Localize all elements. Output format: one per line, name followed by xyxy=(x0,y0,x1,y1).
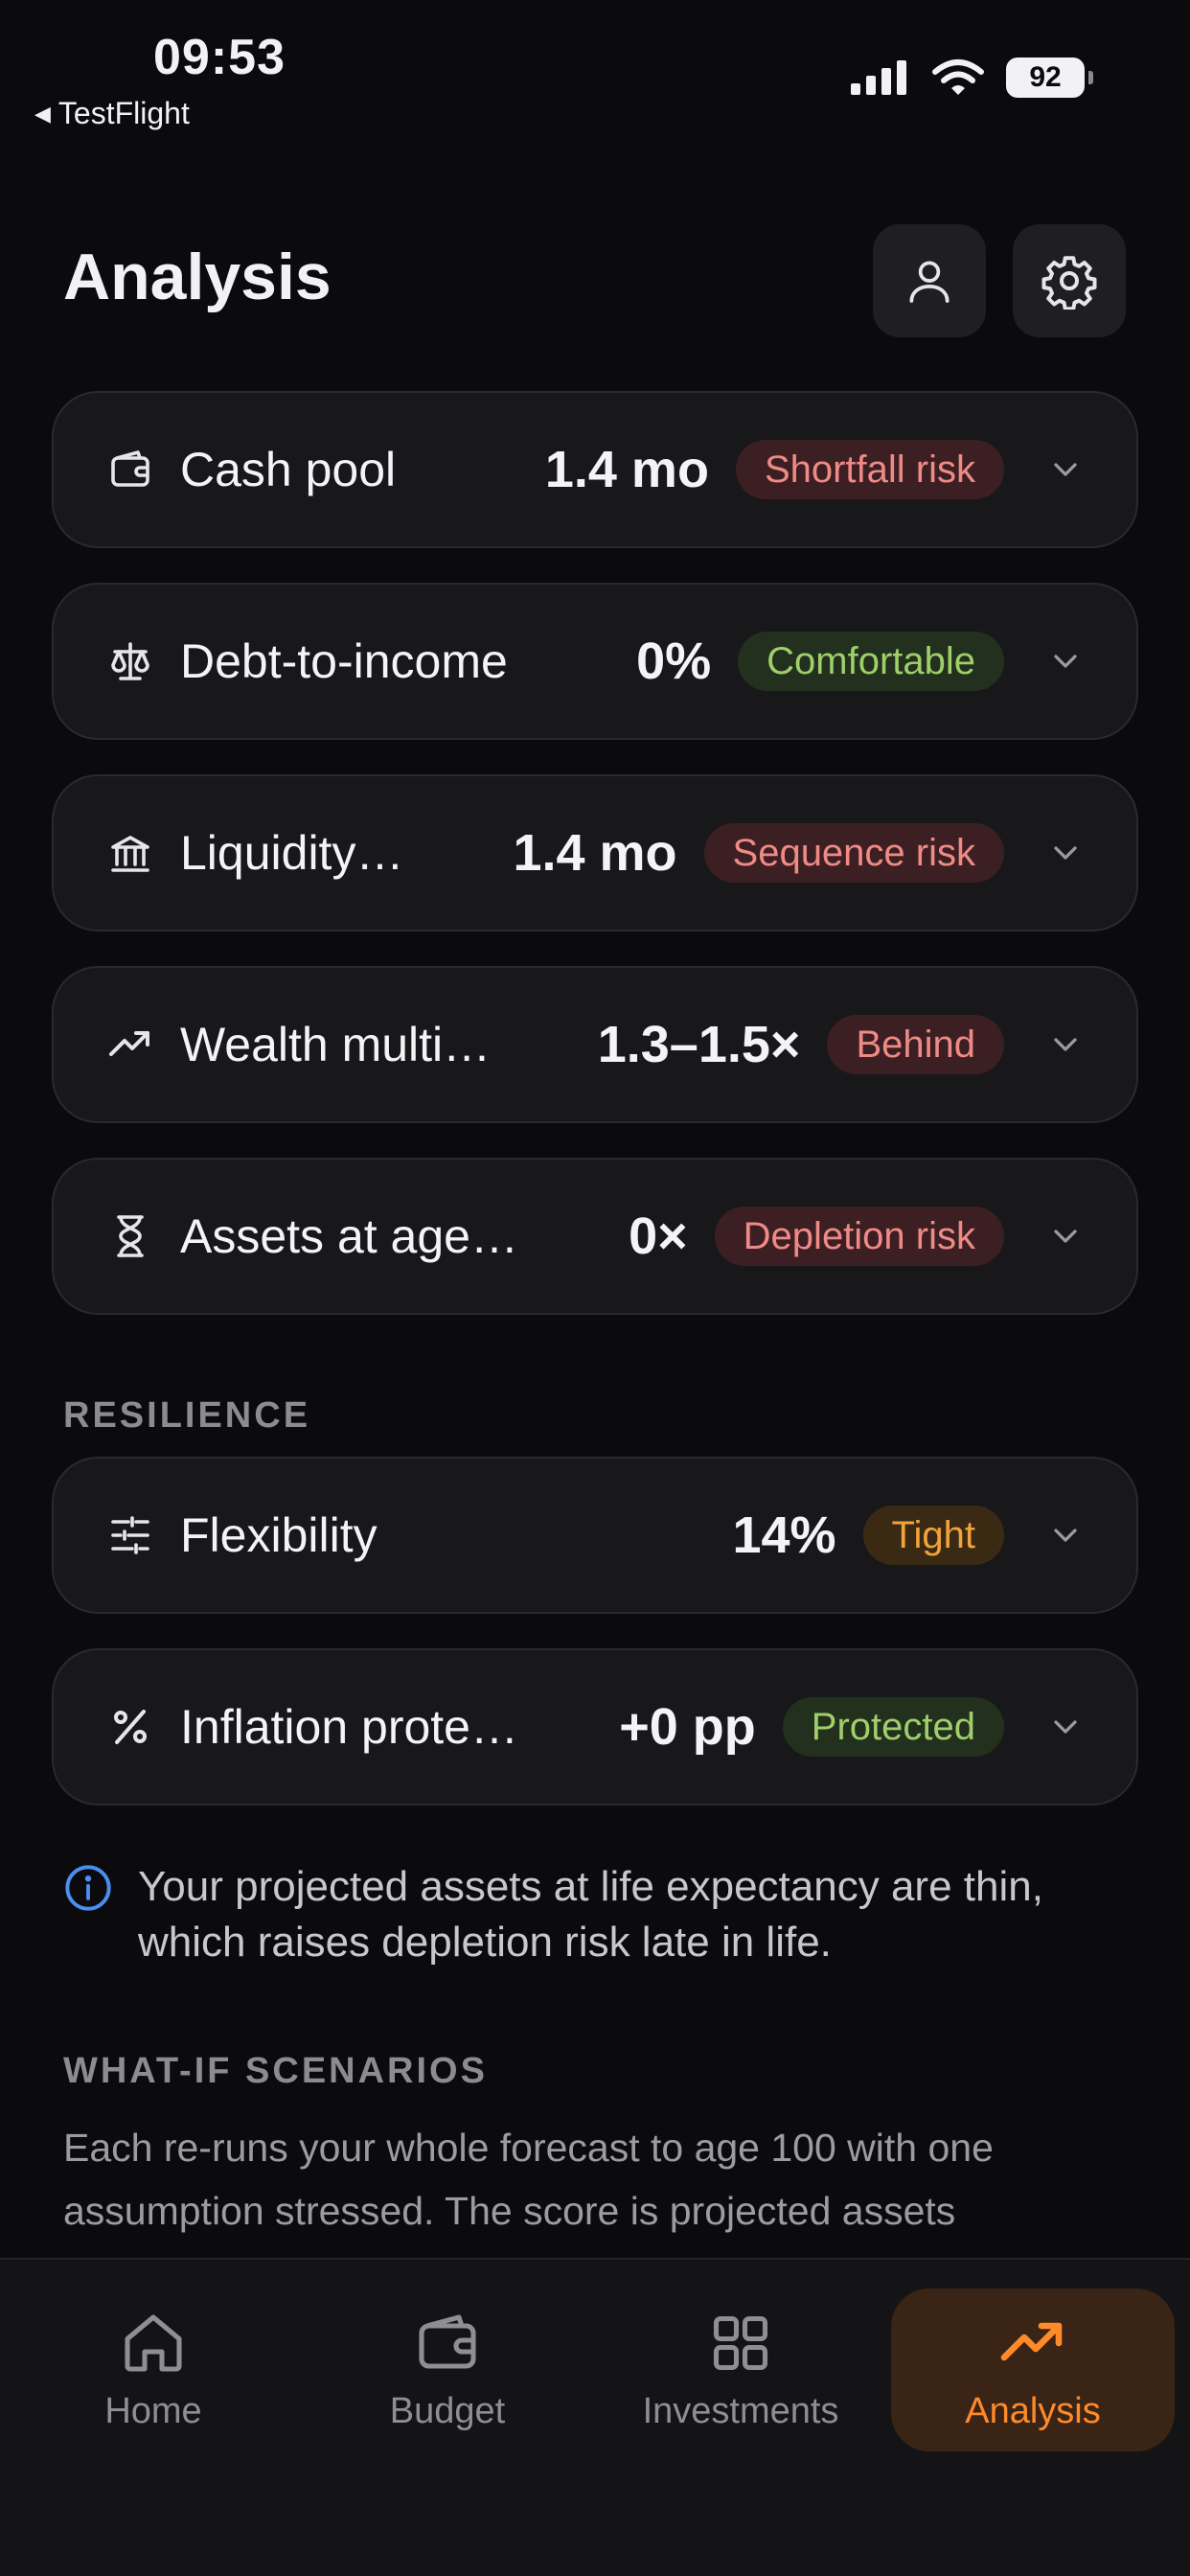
metric-card-liquidity[interactable]: Liquidity… 1.4 mo Sequence risk xyxy=(52,774,1138,932)
metric-card-cash-pool[interactable]: Cash pool 1.4 mo Shortfall risk xyxy=(52,391,1138,548)
chevron-down-icon xyxy=(1044,1706,1087,1748)
back-to-app-link[interactable]: ◀ TestFlight xyxy=(34,96,190,131)
profile-button[interactable] xyxy=(873,224,986,337)
status-badge: Shortfall risk xyxy=(735,440,1004,499)
chevron-down-icon xyxy=(1044,832,1087,874)
person-icon xyxy=(909,261,950,303)
metric-card-debt-to-income[interactable]: Debt-to-income 0% Comfortable xyxy=(52,583,1138,740)
metric-card-assets-at-age[interactable]: Assets at age… 0× Depletion risk xyxy=(52,1158,1138,1315)
back-app-label: TestFlight xyxy=(57,96,190,130)
home-icon xyxy=(125,2313,182,2372)
cellular-signal-icon xyxy=(851,60,906,95)
what-if-description: Each re-runs your whole forecast to age … xyxy=(63,2126,994,2233)
status-badge: Behind xyxy=(827,1015,1004,1074)
wallet-icon xyxy=(107,447,153,493)
chevron-down-icon xyxy=(1044,448,1087,491)
percent-icon xyxy=(107,1704,153,1750)
metric-value: 1.4 mo xyxy=(513,824,677,882)
metric-value: 14% xyxy=(732,1506,836,1564)
scale-icon xyxy=(107,638,153,684)
wifi-icon xyxy=(932,59,984,95)
grid-icon xyxy=(713,2315,768,2370)
trend-up-icon xyxy=(107,1022,153,1068)
metrics-list: Cash pool 1.4 mo Shortfall risk Debt-to-… xyxy=(52,391,1138,1349)
info-note: Your projected assets at life expectancy… xyxy=(63,1859,1127,1970)
tab-label: Home xyxy=(104,2390,202,2431)
tab-home[interactable]: Home xyxy=(11,2288,295,2451)
metric-value: 1.4 mo xyxy=(544,441,709,498)
metric-card-flexibility[interactable]: Flexibility 14% Tight xyxy=(52,1457,1138,1614)
gear-icon xyxy=(1041,256,1097,310)
status-badge: Tight xyxy=(862,1506,1004,1565)
tab-analysis[interactable]: Analysis xyxy=(891,2288,1175,2451)
what-if-section-label: WHAT-IF SCENARIOS xyxy=(63,2051,488,2091)
tab-investments[interactable]: Investments xyxy=(599,2288,882,2451)
sliders-icon xyxy=(107,1512,153,1558)
info-icon xyxy=(63,1863,113,1913)
battery-indicator: 92 xyxy=(1006,58,1093,98)
metric-value: 0% xyxy=(636,632,712,690)
metric-card-wealth-multiple[interactable]: Wealth multi… 1.3–1.5× Behind xyxy=(52,966,1138,1123)
status-time: 09:53 xyxy=(153,30,286,85)
info-note-text: Your projected assets at life expectancy… xyxy=(138,1863,1043,1966)
metric-value: 0× xyxy=(629,1208,688,1265)
chevron-down-icon xyxy=(1044,640,1087,682)
metric-label: Flexibility xyxy=(180,1508,378,1562)
metric-value: +0 pp xyxy=(619,1698,756,1756)
tab-budget[interactable]: Budget xyxy=(306,2288,589,2451)
metric-label: Inflation prote… xyxy=(180,1700,518,1754)
metric-label: Cash pool xyxy=(180,443,397,496)
chevron-down-icon xyxy=(1044,1215,1087,1257)
bank-icon xyxy=(107,830,153,876)
trend-up-icon xyxy=(1000,2322,1063,2360)
hourglass-icon xyxy=(107,1213,153,1259)
status-badge: Comfortable xyxy=(738,632,1004,691)
metric-value: 1.3–1.5× xyxy=(597,1016,801,1073)
metric-label: Assets at age… xyxy=(180,1209,518,1263)
settings-button[interactable] xyxy=(1013,224,1126,337)
tab-bar: Home Budget Investments Analysis xyxy=(0,2258,1190,2576)
tab-label: Investments xyxy=(642,2390,839,2431)
metric-label: Wealth multi… xyxy=(180,1018,492,1071)
chevron-down-icon xyxy=(1044,1024,1087,1066)
metric-card-inflation-protection[interactable]: Inflation prote… +0 pp Protected xyxy=(52,1648,1138,1806)
chevron-down-icon xyxy=(1044,1514,1087,1556)
resilience-list: Flexibility 14% Tight Inflation prote… +… xyxy=(52,1457,1138,1840)
status-badge: Protected xyxy=(782,1697,1004,1757)
tab-label: Budget xyxy=(389,2390,506,2431)
page-title: Analysis xyxy=(63,241,332,313)
metric-label: Debt-to-income xyxy=(180,634,508,688)
system-icons: 92 xyxy=(849,58,1093,98)
analysis-screen: 09:53 ◀ TestFlight 92 Analysis Cash pool… xyxy=(0,0,1190,2576)
tab-label: Analysis xyxy=(965,2390,1101,2431)
back-triangle-icon: ◀ xyxy=(34,101,51,126)
status-badge: Sequence risk xyxy=(703,823,1004,883)
resilience-section-label: RESILIENCE xyxy=(63,1395,311,1436)
wallet-icon xyxy=(419,2313,476,2369)
status-badge: Depletion risk xyxy=(714,1207,1004,1266)
status-bar: 09:53 ◀ TestFlight 92 xyxy=(0,0,1190,144)
metric-label: Liquidity… xyxy=(180,826,404,880)
